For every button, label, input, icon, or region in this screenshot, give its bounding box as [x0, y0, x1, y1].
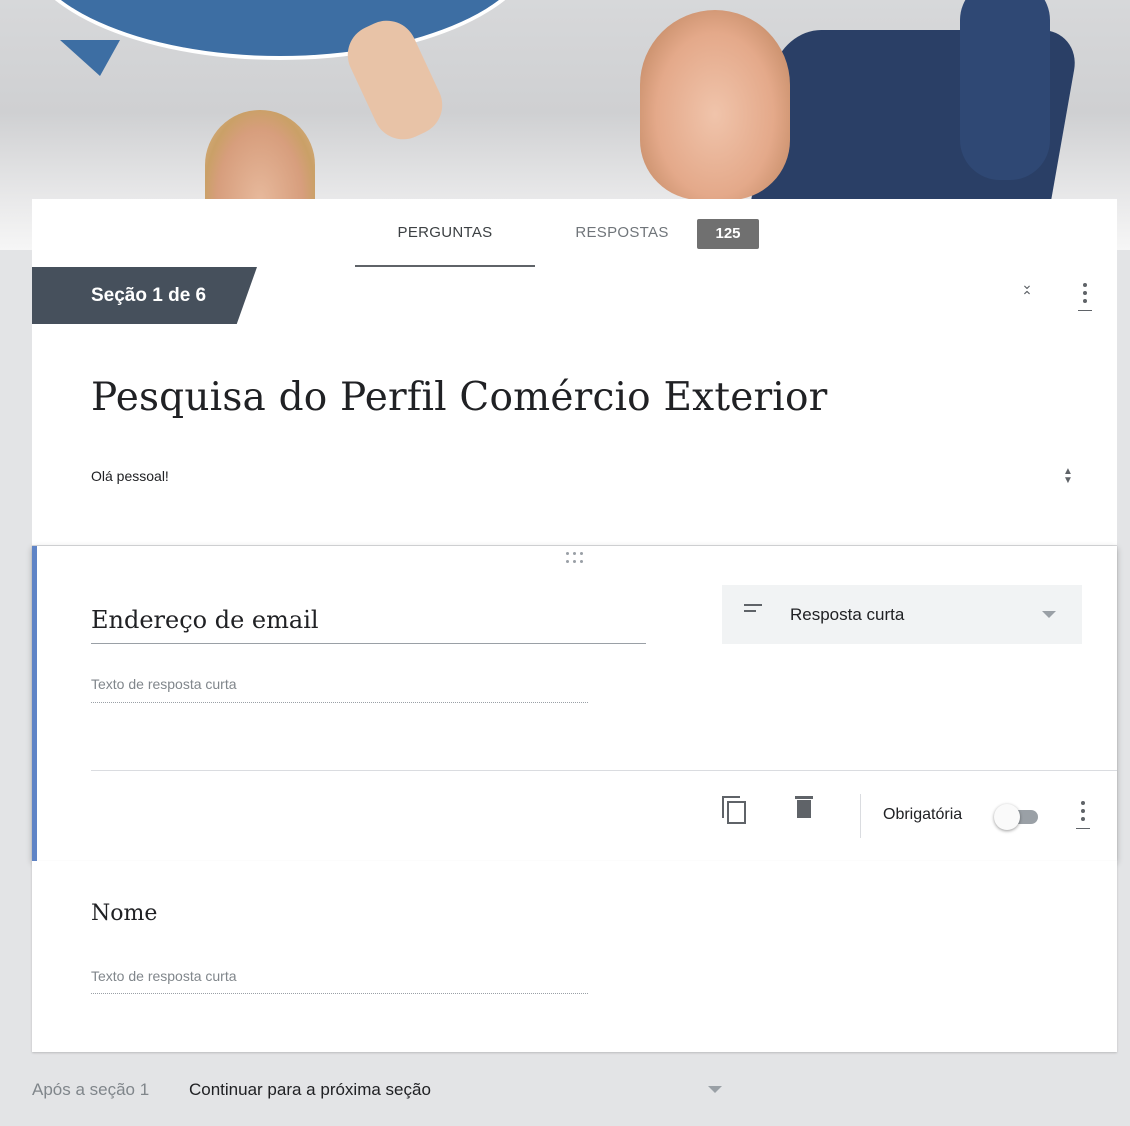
footer-vertical-divider [860, 794, 861, 838]
chevron-down-icon [1042, 611, 1056, 618]
after-section-row: Após a seção 1 Continuar para a próxima … [32, 1080, 722, 1104]
section-header-card: Seção 1 de 6 ⌄ ⌃ Pesquisa do Perfil Comér… [32, 267, 1117, 545]
question-type-dropdown[interactable]: Resposta curta [722, 585, 1082, 644]
question-more-options-icon[interactable] [1073, 799, 1093, 833]
drag-handle-icon[interactable] [563, 552, 587, 564]
tab-respostas[interactable]: RESPOSTAS [552, 199, 692, 267]
speech-bubble-tail [60, 40, 120, 76]
question-footer-divider [91, 770, 1117, 771]
resize-description-icon[interactable]: ▲ ▼ [1061, 467, 1075, 489]
section-label: Seção 1 de 6 [32, 267, 257, 324]
section-more-options-icon[interactable] [1075, 281, 1095, 315]
collapse-section-icon[interactable]: ⌄ ⌃ [1017, 278, 1037, 309]
required-toggle[interactable] [994, 803, 1044, 831]
chevron-down-icon[interactable] [708, 1086, 722, 1093]
short-answer-placeholder: Texto de resposta curta [91, 676, 588, 703]
after-section-dropdown[interactable]: Continuar para a próxima seção [189, 1080, 729, 1100]
question-title-input[interactable]: Endereço de email [91, 604, 646, 644]
required-label: Obrigatória [883, 806, 963, 823]
after-section-label: Após a seção 1 [32, 1080, 150, 1099]
question-card-active[interactable]: Endereço de email Texto de resposta curt… [32, 546, 1117, 861]
man-figure [640, 10, 790, 200]
form-description[interactable]: Olá pessoal! [91, 468, 169, 484]
delete-icon[interactable] [795, 796, 813, 820]
active-question-indicator [32, 546, 37, 861]
tab-perguntas[interactable]: PERGUNTAS [355, 199, 535, 267]
short-answer-icon [744, 604, 762, 614]
duplicate-icon[interactable] [722, 796, 748, 826]
question-type-label: Resposta curta [790, 605, 905, 624]
question-title[interactable]: Nome [91, 901, 157, 926]
responses-count-badge: 125 [697, 219, 759, 249]
short-answer-placeholder: Texto de resposta curta [91, 968, 588, 994]
form-title[interactable]: Pesquisa do Perfil Comércio Exterior [91, 375, 828, 420]
question-card[interactable]: Nome Texto de resposta curta [32, 861, 1117, 1052]
man-arm-graphic [960, 0, 1050, 180]
tab-bar: PERGUNTAS RESPOSTAS 125 [32, 199, 1117, 267]
